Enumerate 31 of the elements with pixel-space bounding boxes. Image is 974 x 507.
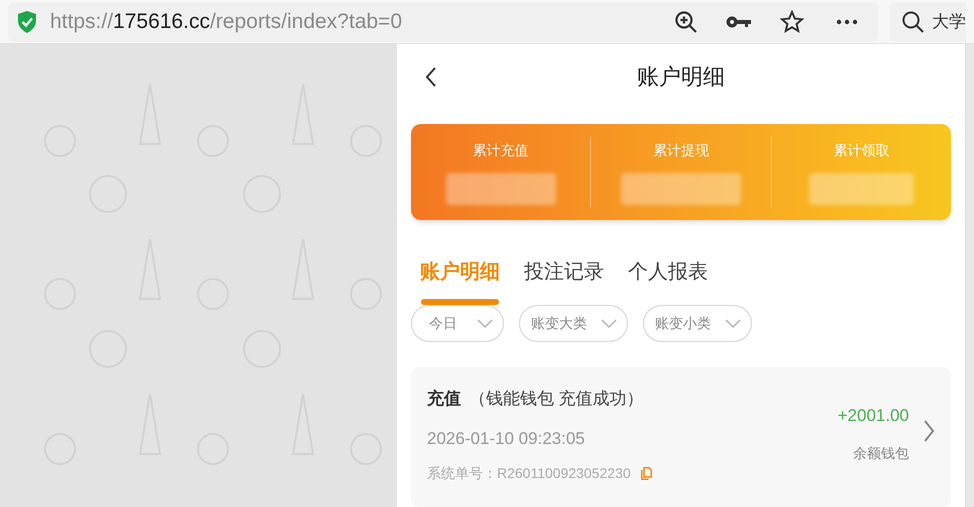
record-type: 充值 <box>427 388 461 410</box>
key-icon[interactable] <box>726 14 752 30</box>
amount: +2001.00 <box>838 405 909 427</box>
search-field[interactable]: 大学 <box>890 2 966 42</box>
record-card[interactable]: 充值 （钱能钱包 充值成功） 2026-01-10 09:23:05 系统单号：R2601100923052230 +2001.00 余额钱包 <box>411 367 951 507</box>
shield-check-icon[interactable] <box>16 10 38 34</box>
star-icon[interactable] <box>780 10 804 34</box>
chevron-down-icon <box>601 318 617 328</box>
summary-label: 累计领取 <box>833 140 890 160</box>
tab[interactable]: 个人报表 <box>628 253 708 305</box>
chevron-down-icon <box>725 318 741 328</box>
search-text: 大学 <box>932 10 966 33</box>
filter-dropdown[interactable]: 账变小类 <box>643 305 752 342</box>
more-icon[interactable] <box>836 18 858 24</box>
chevron-right-icon <box>923 420 935 442</box>
zoom-in-icon[interactable] <box>674 10 698 34</box>
filter-dropdown[interactable]: 今日 <box>411 305 504 342</box>
record-detail: （钱能钱包 充值成功） <box>469 388 644 410</box>
chevron-down-icon <box>477 318 493 328</box>
tab[interactable]: 投注记录 <box>524 253 604 305</box>
wallet-label: 余额钱包 <box>853 444 909 462</box>
summary-label: 累计提现 <box>652 140 709 160</box>
summary-label: 累计充值 <box>472 140 529 160</box>
address-bar[interactable]: https://175616.cc/reports/index?tab=0 <box>8 2 878 42</box>
back-chevron-icon[interactable] <box>425 66 437 86</box>
filter-dropdown[interactable]: 账变大类 <box>519 305 628 342</box>
search-icon <box>902 10 924 32</box>
record-time: 2026-01-10 09:23:05 <box>427 428 586 450</box>
order-number: 系统单号：R2601100923052230 <box>427 464 631 483</box>
address-url[interactable]: https://175616.cc/reports/index?tab=0 <box>50 6 402 38</box>
page-title: 账户明细 <box>636 63 726 91</box>
